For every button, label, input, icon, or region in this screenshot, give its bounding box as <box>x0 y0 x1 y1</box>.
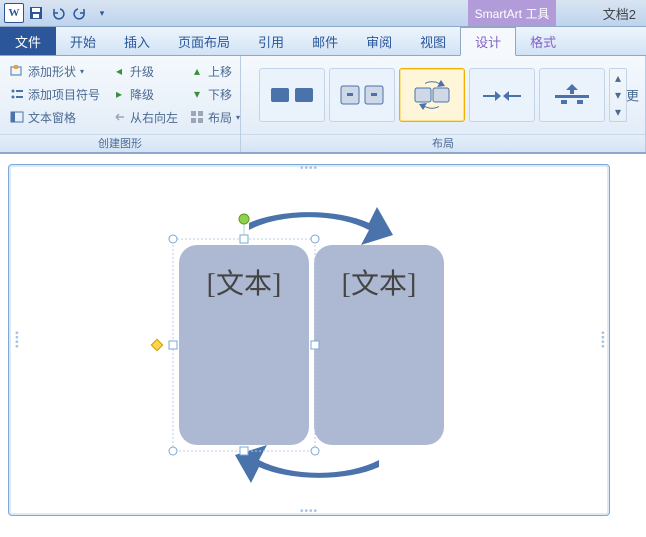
group-layout-label: 布局 <box>241 134 645 152</box>
dropdown-icon: ▾ <box>80 67 84 76</box>
demote-button[interactable]: ▸ 降级 <box>108 83 182 105</box>
layout-small-icon <box>190 110 204 124</box>
change-more-label: 更 <box>626 86 639 105</box>
resize-handle-se[interactable] <box>311 447 319 455</box>
tab-design[interactable]: 设计 <box>460 27 516 56</box>
resize-handle-sw[interactable] <box>169 447 177 455</box>
document-canvas[interactable]: •••• •••• •••• •••• [文本] [文本] <box>0 154 646 526</box>
text-pane-icon <box>10 110 24 124</box>
ribbon-tabs: 文件 开始 插入 页面布局 引用 邮件 审阅 视图 设计 格式 <box>0 27 646 56</box>
add-shape-button[interactable]: 添加形状 ▾ <box>6 60 104 82</box>
demote-icon: ▸ <box>112 87 126 101</box>
demote-label: 降级 <box>130 86 154 103</box>
frame-handle-top[interactable]: •••• <box>300 163 318 174</box>
move-up-button[interactable]: ▴ 上移 <box>186 60 244 82</box>
frame-handle-right[interactable]: •••• <box>596 331 607 349</box>
resize-handle-ne[interactable] <box>311 235 319 243</box>
add-bullet-button[interactable]: 添加项目符号 <box>6 83 104 105</box>
rtl-button[interactable]: 从右向左 <box>108 106 182 128</box>
save-icon[interactable] <box>26 3 46 23</box>
move-down-icon: ▾ <box>190 87 204 101</box>
rtl-label: 从右向左 <box>130 109 178 126</box>
smartart-frame[interactable]: •••• •••• •••• •••• [文本] [文本] <box>8 164 610 516</box>
tab-insert[interactable]: 插入 <box>110 27 164 55</box>
resize-handle-w[interactable] <box>169 341 177 349</box>
layout-option-1[interactable] <box>259 68 325 122</box>
add-shape-label: 添加形状 <box>28 63 76 80</box>
contextual-tab-label: SmartArt 工具 <box>468 0 556 26</box>
scroll-down-icon: ▾ <box>610 86 626 103</box>
add-bullet-label: 添加项目符号 <box>28 86 100 103</box>
group-layout: ▴ ▾ ▾ 更 布局 <box>241 56 646 152</box>
undo-icon[interactable] <box>48 3 68 23</box>
group-create-graphic: 添加形状 ▾ 添加项目符号 文本窗格 ◂ 升级 ▸ <box>0 56 241 152</box>
layout-gallery-more[interactable]: ▴ ▾ ▾ <box>609 68 627 122</box>
dropdown-icon: ▾ <box>236 113 240 122</box>
tab-home[interactable]: 开始 <box>56 27 110 55</box>
tab-review[interactable]: 审阅 <box>352 27 406 55</box>
layout-option-5[interactable] <box>539 68 605 122</box>
frame-handle-bottom[interactable]: •••• <box>300 506 318 517</box>
frame-handle-left[interactable]: •••• <box>11 331 22 349</box>
resize-handle-nw[interactable] <box>169 235 177 243</box>
move-down-label: 下移 <box>208 86 232 103</box>
move-up-icon: ▴ <box>190 64 204 78</box>
layout-option-2[interactable] <box>329 68 395 122</box>
promote-button[interactable]: ◂ 升级 <box>108 60 182 82</box>
group-create-label: 创建图形 <box>0 134 240 152</box>
resize-handle-s[interactable] <box>240 447 248 455</box>
adjust-handle[interactable] <box>151 339 162 350</box>
smartart-diagram[interactable]: [文本] [文本] <box>129 175 489 505</box>
document-title: 文档2 <box>603 0 636 26</box>
add-shape-icon <box>10 64 24 78</box>
ribbon: 添加形状 ▾ 添加项目符号 文本窗格 ◂ 升级 ▸ <box>0 56 646 154</box>
bullet-icon <box>10 87 24 101</box>
layout-gallery: ▴ ▾ ▾ <box>259 68 627 122</box>
layout-split-label: 布局 <box>208 109 232 126</box>
text-pane-button[interactable]: 文本窗格 <box>6 106 104 128</box>
promote-icon: ◂ <box>112 64 126 78</box>
tab-layout[interactable]: 页面布局 <box>164 27 244 55</box>
rtl-icon <box>112 110 126 124</box>
qat-dropdown-icon[interactable]: ▾ <box>92 3 112 23</box>
resize-handle-e[interactable] <box>311 341 319 349</box>
word-app-icon[interactable]: W <box>4 3 24 23</box>
smartart-text-right[interactable]: [文本] <box>342 268 417 300</box>
gallery-expand-icon: ▾ <box>610 104 626 121</box>
rotation-handle[interactable] <box>239 214 249 224</box>
file-tab[interactable]: 文件 <box>0 27 56 55</box>
move-up-label: 上移 <box>208 63 232 80</box>
layout-option-4[interactable] <box>469 68 535 122</box>
smartart-text-left[interactable]: [文本] <box>207 268 282 300</box>
title-bar: W ▾ SmartArt 工具 文档2 <box>0 0 646 27</box>
resize-handle-n[interactable] <box>240 235 248 243</box>
move-down-button[interactable]: ▾ 下移 <box>186 83 244 105</box>
scroll-up-icon: ▴ <box>610 69 626 86</box>
text-pane-label: 文本窗格 <box>28 109 76 126</box>
tab-format[interactable]: 格式 <box>516 27 570 55</box>
quick-access-toolbar: W ▾ <box>0 3 112 23</box>
layout-split-button[interactable]: 布局 ▾ <box>186 106 244 128</box>
redo-icon[interactable] <box>70 3 90 23</box>
layout-option-3-selected[interactable] <box>399 68 465 122</box>
tab-view[interactable]: 视图 <box>406 27 460 55</box>
promote-label: 升级 <box>130 63 154 80</box>
tab-mail[interactable]: 邮件 <box>298 27 352 55</box>
tab-reference[interactable]: 引用 <box>244 27 298 55</box>
